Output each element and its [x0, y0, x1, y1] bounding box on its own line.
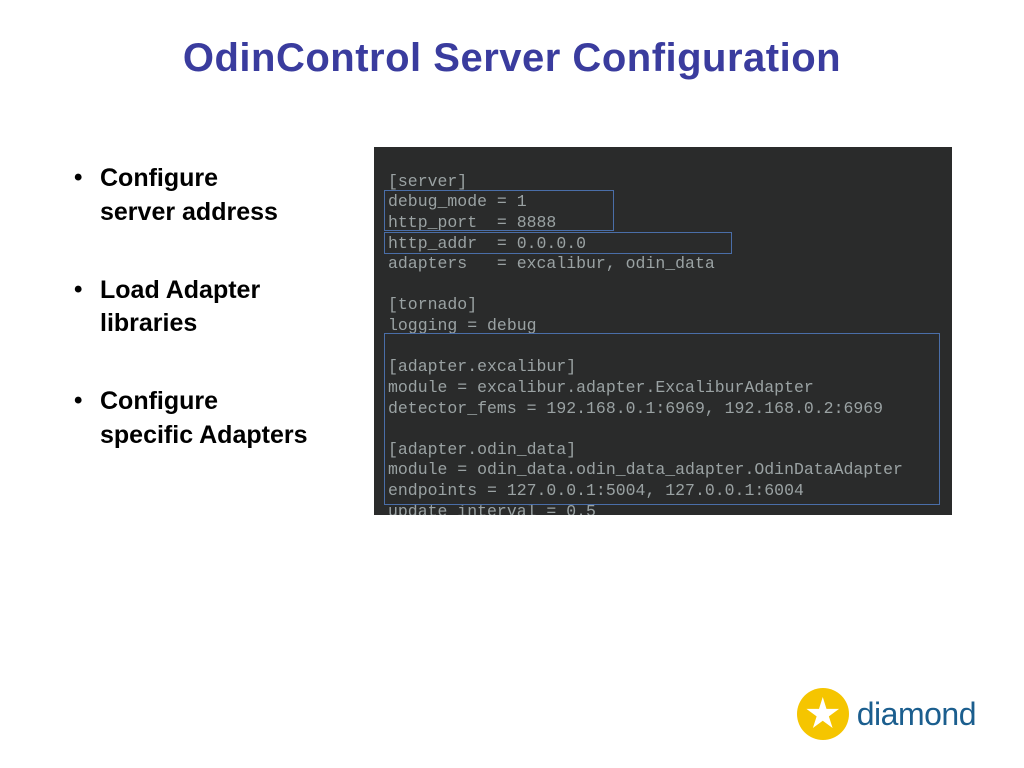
bullet-item: Configure server address — [66, 162, 356, 230]
sunburst-icon — [797, 688, 849, 740]
logo-text: diamond — [857, 696, 976, 733]
terminal-line: http_port = 8888 — [388, 213, 556, 232]
bullet-list: Configure server address Load Adapter li… — [66, 162, 356, 497]
terminal-line: http_addr = 0.0.0.0 — [388, 234, 586, 253]
slide: OdinControl Server Configuration Configu… — [0, 0, 1024, 768]
diamond-logo: diamond — [797, 688, 976, 740]
terminal-line: [server] — [388, 172, 467, 191]
bullet-line: server address — [100, 196, 356, 230]
bullet-line: Load Adapter — [100, 274, 356, 308]
terminal-line: module = odin_data.odin_data_adapter.Odi… — [388, 460, 903, 479]
slide-title: OdinControl Server Configuration — [0, 36, 1024, 81]
bullet-line: specific Adapters — [100, 419, 356, 453]
terminal-line: endpoints = 127.0.0.1:5004, 127.0.0.1:60… — [388, 481, 804, 500]
bullet-line: Configure — [100, 162, 356, 196]
bullet-item: Load Adapter libraries — [66, 274, 356, 342]
terminal-line: debug_mode = 1 — [388, 192, 527, 211]
bullet-line: libraries — [100, 307, 356, 341]
terminal-line: detector_fems = 192.168.0.1:6969, 192.16… — [388, 399, 883, 418]
bullet-line: Configure — [100, 385, 356, 419]
terminal-line: [adapter.odin_data] — [388, 440, 576, 459]
terminal-line: adapters = excalibur, odin_data — [388, 254, 715, 273]
terminal-line: module = excalibur.adapter.ExcaliburAdap… — [388, 378, 814, 397]
terminal-line: [tornado] — [388, 295, 477, 314]
config-terminal: [server] debug_mode = 1 http_port = 8888… — [374, 147, 952, 515]
bullet-item: Configure specific Adapters — [66, 385, 356, 453]
terminal-line: [adapter.excalibur] — [388, 357, 576, 376]
terminal-line: logging = debug — [388, 316, 537, 335]
terminal-line: update_interval = 0.5 — [388, 502, 596, 515]
